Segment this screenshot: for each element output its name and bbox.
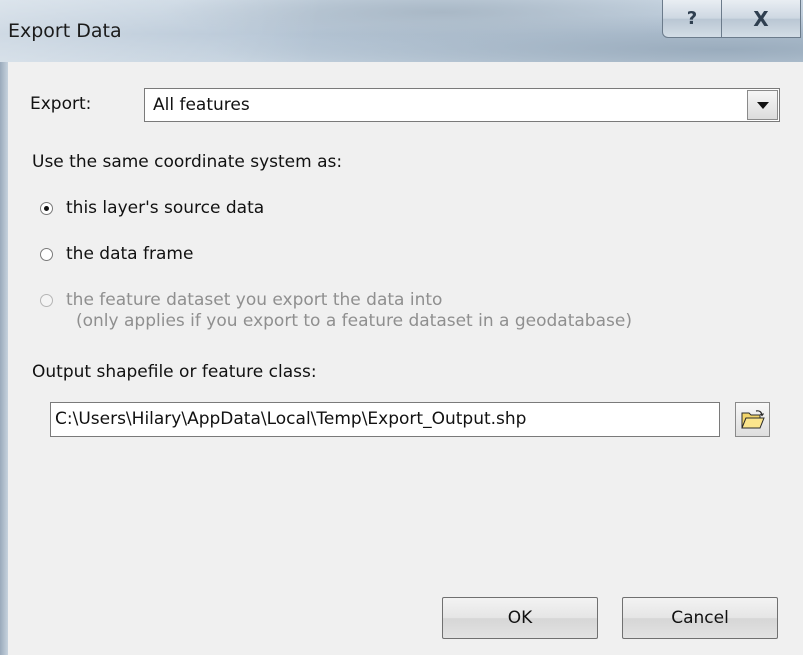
chevron-down-icon	[756, 101, 769, 109]
title-bar[interactable]: Export Data ? X	[0, 0, 803, 62]
radio-feature-dataset	[40, 294, 53, 307]
radio-option-source-data[interactable]: this layer's source data	[40, 198, 264, 218]
help-icon: ?	[686, 8, 698, 29]
radio-feature-dataset-text: the feature dataset you export the data …	[66, 290, 632, 331]
radio-feature-dataset-label: the feature dataset you export the data …	[66, 290, 443, 310]
radio-source-data[interactable]	[40, 202, 53, 215]
radio-option-feature-dataset: the feature dataset you export the data …	[40, 290, 632, 331]
close-icon: X	[753, 6, 769, 31]
open-folder-icon	[740, 409, 765, 428]
dialog-body: Export: All features Use the same coordi…	[8, 62, 803, 655]
help-button[interactable]: ?	[662, 0, 722, 38]
export-dropdown-value: All features	[153, 95, 250, 115]
window-title: Export Data	[8, 20, 122, 42]
radio-data-frame[interactable]	[40, 248, 53, 261]
export-label: Export:	[30, 94, 92, 114]
output-path-field[interactable]: C:\Users\Hilary\AppData\Local\Temp\Expor…	[50, 402, 720, 437]
browse-button[interactable]	[735, 402, 770, 437]
radio-feature-dataset-note: (only applies if you export to a feature…	[76, 311, 632, 331]
radio-option-data-frame[interactable]: the data frame	[40, 244, 193, 264]
dropdown-arrow-button[interactable]	[747, 90, 778, 120]
close-button[interactable]: X	[721, 0, 801, 38]
window-frame-edge	[0, 62, 8, 655]
export-dropdown[interactable]: All features	[144, 88, 780, 122]
caption-buttons: ? X	[662, 0, 801, 40]
radio-source-data-label: this layer's source data	[66, 198, 265, 218]
radio-data-frame-label: the data frame	[66, 244, 194, 264]
output-label: Output shapefile or feature class:	[32, 362, 317, 382]
ok-button[interactable]: OK	[442, 597, 598, 639]
coordinate-heading: Use the same coordinate system as:	[32, 152, 343, 172]
cancel-button[interactable]: Cancel	[622, 597, 778, 639]
